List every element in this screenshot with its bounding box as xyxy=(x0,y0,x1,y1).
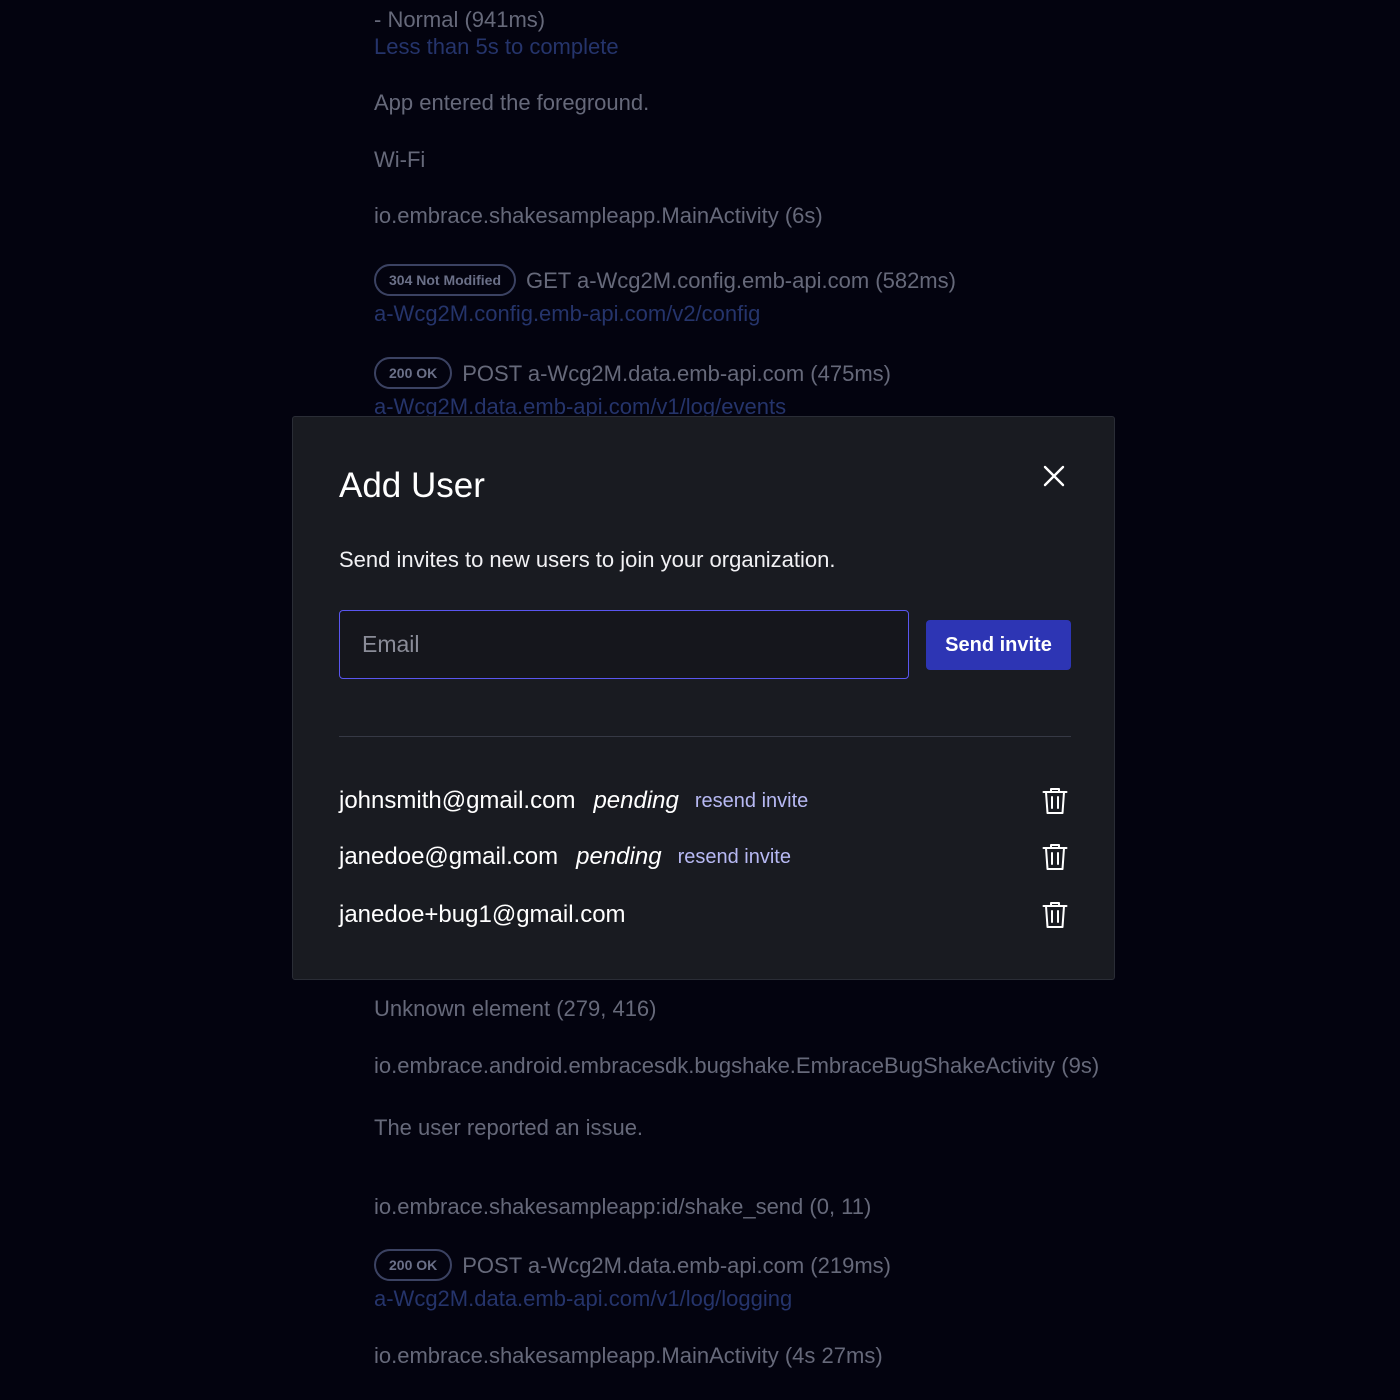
user-email: janedoe@gmail.com xyxy=(339,843,559,870)
bugshake-activity-event: io.embrace.android.embracesdk.bugshake.E… xyxy=(374,1053,1100,1078)
close-icon xyxy=(1043,465,1065,487)
main-activity-event: io.embrace.shakesampleapp.MainActivity (… xyxy=(374,1343,883,1368)
network-request-url: a-Wcg2M.config.emb-api.com/v2/config xyxy=(374,301,761,326)
status-badge: 200 OK xyxy=(374,357,453,389)
invite-status: pending xyxy=(576,843,662,870)
network-type: Wi-Fi xyxy=(374,147,426,172)
network-request-title: POST a-Wcg2M.data.emb-api.com (219ms) xyxy=(462,1253,891,1278)
send-invite-button[interactable]: Send invite xyxy=(926,620,1071,670)
invited-user-row: janedoe+bug1@gmail.com xyxy=(339,895,1071,935)
unknown-element-event: Unknown element (279, 416) xyxy=(374,996,657,1021)
startup-duration: - Normal (941ms) xyxy=(374,7,546,32)
resend-invite-link[interactable]: resend invite xyxy=(695,790,808,813)
network-request-url: a-Wcg2M.data.emb-api.com/v1/log/logging xyxy=(374,1286,793,1311)
close-button[interactable] xyxy=(1037,459,1071,493)
tap-event: io.embrace.shakesampleapp:id/shake_send … xyxy=(374,1194,872,1219)
network-request-title: GET a-Wcg2M.config.emb-api.com (582ms) xyxy=(526,268,956,293)
foreground-event: App entered the foreground. xyxy=(374,90,650,115)
trash-icon xyxy=(1042,788,1068,814)
modal-description: Send invites to new users to join your o… xyxy=(339,547,836,572)
trash-icon xyxy=(1042,902,1068,928)
trash-icon xyxy=(1042,844,1068,870)
status-badge: 200 OK xyxy=(374,1249,453,1281)
resend-invite-link[interactable]: resend invite xyxy=(678,846,791,869)
invite-status: pending xyxy=(593,787,679,814)
delete-user-button[interactable] xyxy=(1039,899,1071,931)
startup-hint: Less than 5s to complete xyxy=(374,34,619,59)
invited-user-row: johnsmith@gmail.com pending resend invit… xyxy=(339,781,1071,821)
status-badge: 304 Not Modified xyxy=(374,264,517,296)
modal-title: Add User xyxy=(339,466,485,505)
delete-user-button[interactable] xyxy=(1039,785,1071,817)
divider xyxy=(339,736,1071,737)
main-activity-event: io.embrace.shakesampleapp.MainActivity (… xyxy=(374,203,823,228)
add-user-modal: Add User Send invites to new users to jo… xyxy=(292,416,1115,980)
network-request-row: 200 OK POST a-Wcg2M.data.emb-api.com (219… xyxy=(374,1249,891,1281)
issue-reported-event: The user reported an issue. xyxy=(374,1115,644,1140)
invited-user-row: janedoe@gmail.com pending resend invite xyxy=(339,837,1071,877)
network-request-title: POST a-Wcg2M.data.emb-api.com (475ms) xyxy=(462,361,891,386)
network-request-row: 200 OK POST a-Wcg2M.data.emb-api.com (475… xyxy=(374,357,891,389)
network-request-row: 304 Not Modified GET a-Wcg2M.config.emb-a… xyxy=(374,264,956,296)
delete-user-button[interactable] xyxy=(1039,841,1071,873)
user-email: janedoe+bug1@gmail.com xyxy=(339,901,626,928)
user-email: johnsmith@gmail.com xyxy=(339,787,576,814)
email-input[interactable] xyxy=(339,610,909,679)
